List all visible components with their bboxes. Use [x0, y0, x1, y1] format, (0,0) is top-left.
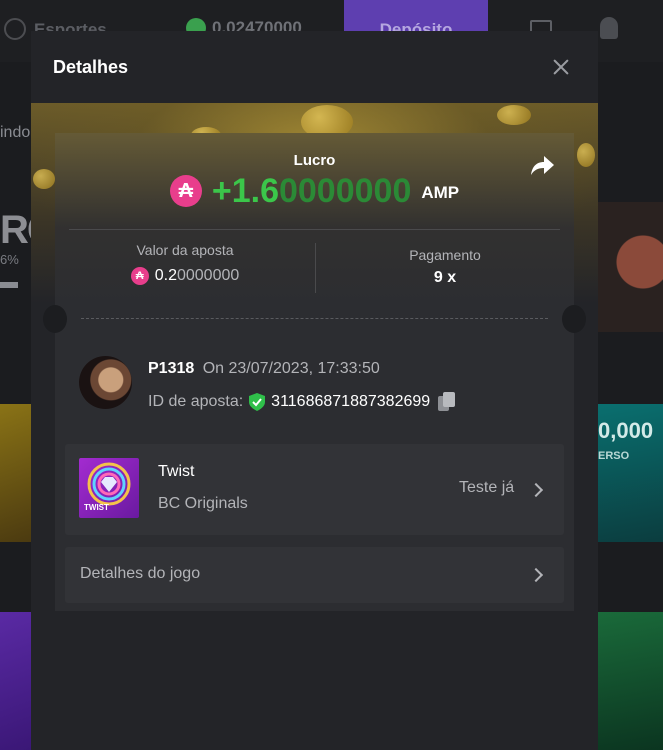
stake-decimals: 0000000	[176, 267, 240, 284]
logo-icon[interactable]	[4, 18, 26, 40]
bet-details-modal: Detalhes Lucro ₳ + 1.6 0000000 AMP Valor…	[31, 31, 598, 750]
profit-value: 1.6	[231, 171, 279, 210]
game-name: Twist	[158, 463, 195, 480]
modal-header: Detalhes	[31, 31, 598, 103]
banner-image	[598, 202, 663, 332]
background-game-card	[598, 612, 663, 750]
ticket-notch	[562, 305, 586, 333]
copy-icon[interactable]	[438, 392, 456, 412]
dashed-divider	[81, 318, 548, 319]
divider	[69, 229, 560, 230]
coin-decoration	[497, 105, 531, 125]
profit-sign: +	[211, 171, 232, 210]
coin-decoration	[577, 143, 595, 167]
game-details-row[interactable]: Detalhes do jogo	[65, 547, 564, 603]
amp-currency-icon: ₳	[130, 267, 149, 285]
game-provider: BC Originals	[158, 495, 248, 512]
payout-value: 9 x	[433, 269, 457, 286]
profit-label: Lucro	[293, 152, 336, 169]
amp-currency-icon: ₳	[169, 175, 202, 207]
profit-decimals: 0000000	[278, 171, 412, 210]
ticket-notch	[43, 305, 67, 333]
shield-check-icon	[249, 393, 266, 411]
game-thumbnail: TWIST	[79, 458, 139, 518]
bet-card: Lucro ₳ + 1.6 0000000 AMP Valor da apost…	[43, 133, 586, 611]
chevron-right-icon	[528, 567, 544, 583]
game-thumbnail-label: TWIST	[84, 503, 109, 512]
share-icon[interactable]	[529, 155, 555, 177]
stake-amount: ₳ 0.2 0000000	[55, 267, 315, 285]
close-icon[interactable]	[549, 55, 573, 79]
coin-decoration	[33, 169, 55, 189]
stake-value: 0.2	[154, 267, 177, 284]
bell-icon[interactable]	[600, 17, 618, 39]
avatar[interactable]	[79, 356, 132, 409]
chevron-right-icon	[528, 482, 544, 498]
game-row[interactable]: TWIST Twist BC Originals Teste já	[65, 444, 564, 535]
background-game-card	[0, 404, 32, 542]
bet-id-line: ID de aposta: 311686871887382699	[148, 392, 456, 412]
background-game-card	[0, 612, 32, 750]
profit-currency: AMP	[421, 183, 460, 202]
player-name[interactable]: P1318	[148, 360, 194, 377]
bet-id-label: ID de aposta:	[148, 393, 244, 410]
game-details-label: Detalhes do jogo	[80, 565, 201, 582]
bet-id-value: 311686871887382699	[271, 393, 431, 410]
stake-label: Valor da aposta	[136, 242, 234, 258]
background-left-content: indo RC 6%	[0, 62, 56, 750]
try-now-link[interactable]: Teste já	[459, 479, 514, 497]
bet-datetime: On 23/07/2023, 17:33:50	[202, 360, 380, 377]
player-info: P1318 On 23/07/2023, 17:33:50	[148, 360, 380, 378]
modal-title: Detalhes	[53, 57, 129, 77]
background-right-content: 0,000 ERSO	[598, 62, 663, 750]
profit-amount: ₳ + 1.6 0000000 AMP	[55, 171, 574, 211]
payout-label: Pagamento	[409, 247, 481, 263]
background-promo-card: 0,000 ERSO	[598, 404, 663, 542]
